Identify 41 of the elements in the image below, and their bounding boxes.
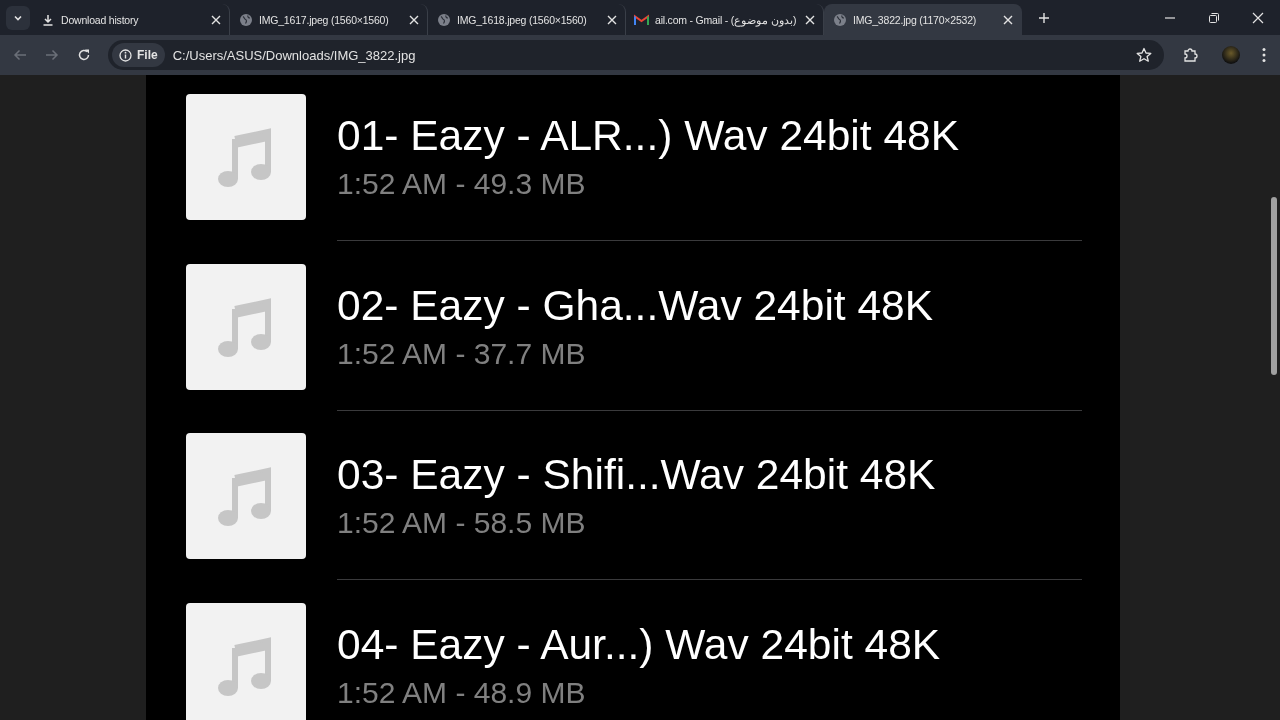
file-name: 03- Eazy - Shifi...Wav 24bit 48K — [337, 450, 937, 500]
file-name: 01- Eazy - ALR...) Wav 24bit 48K — [337, 111, 961, 161]
close-icon[interactable] — [1003, 14, 1013, 25]
tab-title: ail.com - Gmail - (بدون موضوع) — [655, 13, 798, 26]
menu-icon — [1262, 47, 1266, 63]
file-details: 1:52 AM - 48.9 MB — [337, 674, 587, 711]
site-info-chip[interactable]: File — [112, 43, 165, 67]
globe-icon — [832, 12, 847, 27]
download-icon — [41, 13, 54, 26]
info-icon — [119, 48, 132, 62]
close-icon[interactable] — [805, 14, 815, 25]
url-text: C:/Users/ASUS/Downloads/IMG_3822.jpg — [172, 47, 417, 63]
music-note-icon — [218, 125, 274, 189]
back-arrow-icon — [13, 48, 27, 62]
globe-icon — [436, 12, 451, 27]
music-note-icon — [218, 464, 274, 528]
file-details: 1:52 AM - 58.5 MB — [337, 505, 587, 541]
close-icon[interactable] — [409, 14, 419, 25]
plus-icon — [1038, 11, 1050, 24]
forward-arrow-icon — [45, 48, 59, 62]
scrollbar-thumb[interactable] — [1271, 197, 1277, 375]
mail-icon — [634, 13, 649, 26]
file-name: 02- Eazy - Gha...Wav 24bit 48K — [337, 280, 935, 331]
reload-icon — [77, 48, 91, 62]
close-icon[interactable] — [211, 14, 221, 25]
bookmark-star-icon[interactable] — [1136, 47, 1152, 63]
tab-title: IMG_1617.jpeg (1560×1560) — [259, 13, 390, 26]
browser-tab[interactable]: IMG_3822.jpg (1170×2532) — [824, 4, 1022, 35]
close-icon[interactable] — [607, 14, 617, 25]
close-icon — [1252, 11, 1264, 24]
tab-title: IMG_1618.jpeg (1560×1560) — [457, 13, 588, 26]
file-details: 1:52 AM - 37.7 MB — [337, 335, 587, 372]
restore-icon — [1208, 11, 1220, 24]
tab-title: Download history — [61, 13, 140, 26]
file-details: 1:52 AM - 49.3 MB — [337, 166, 587, 202]
globe-icon — [238, 12, 253, 27]
address-bar[interactable]: File C:/Users/ASUS/Downloads/IMG_3822.jpg — [108, 40, 1164, 70]
puzzle-icon — [1182, 47, 1198, 63]
tab-title: IMG_3822.jpg (1170×2532) — [853, 13, 978, 26]
file-name: 04- Eazy - Aur...) Wav 24bit 48K — [337, 619, 942, 670]
tab-search-button[interactable] — [6, 5, 30, 30]
